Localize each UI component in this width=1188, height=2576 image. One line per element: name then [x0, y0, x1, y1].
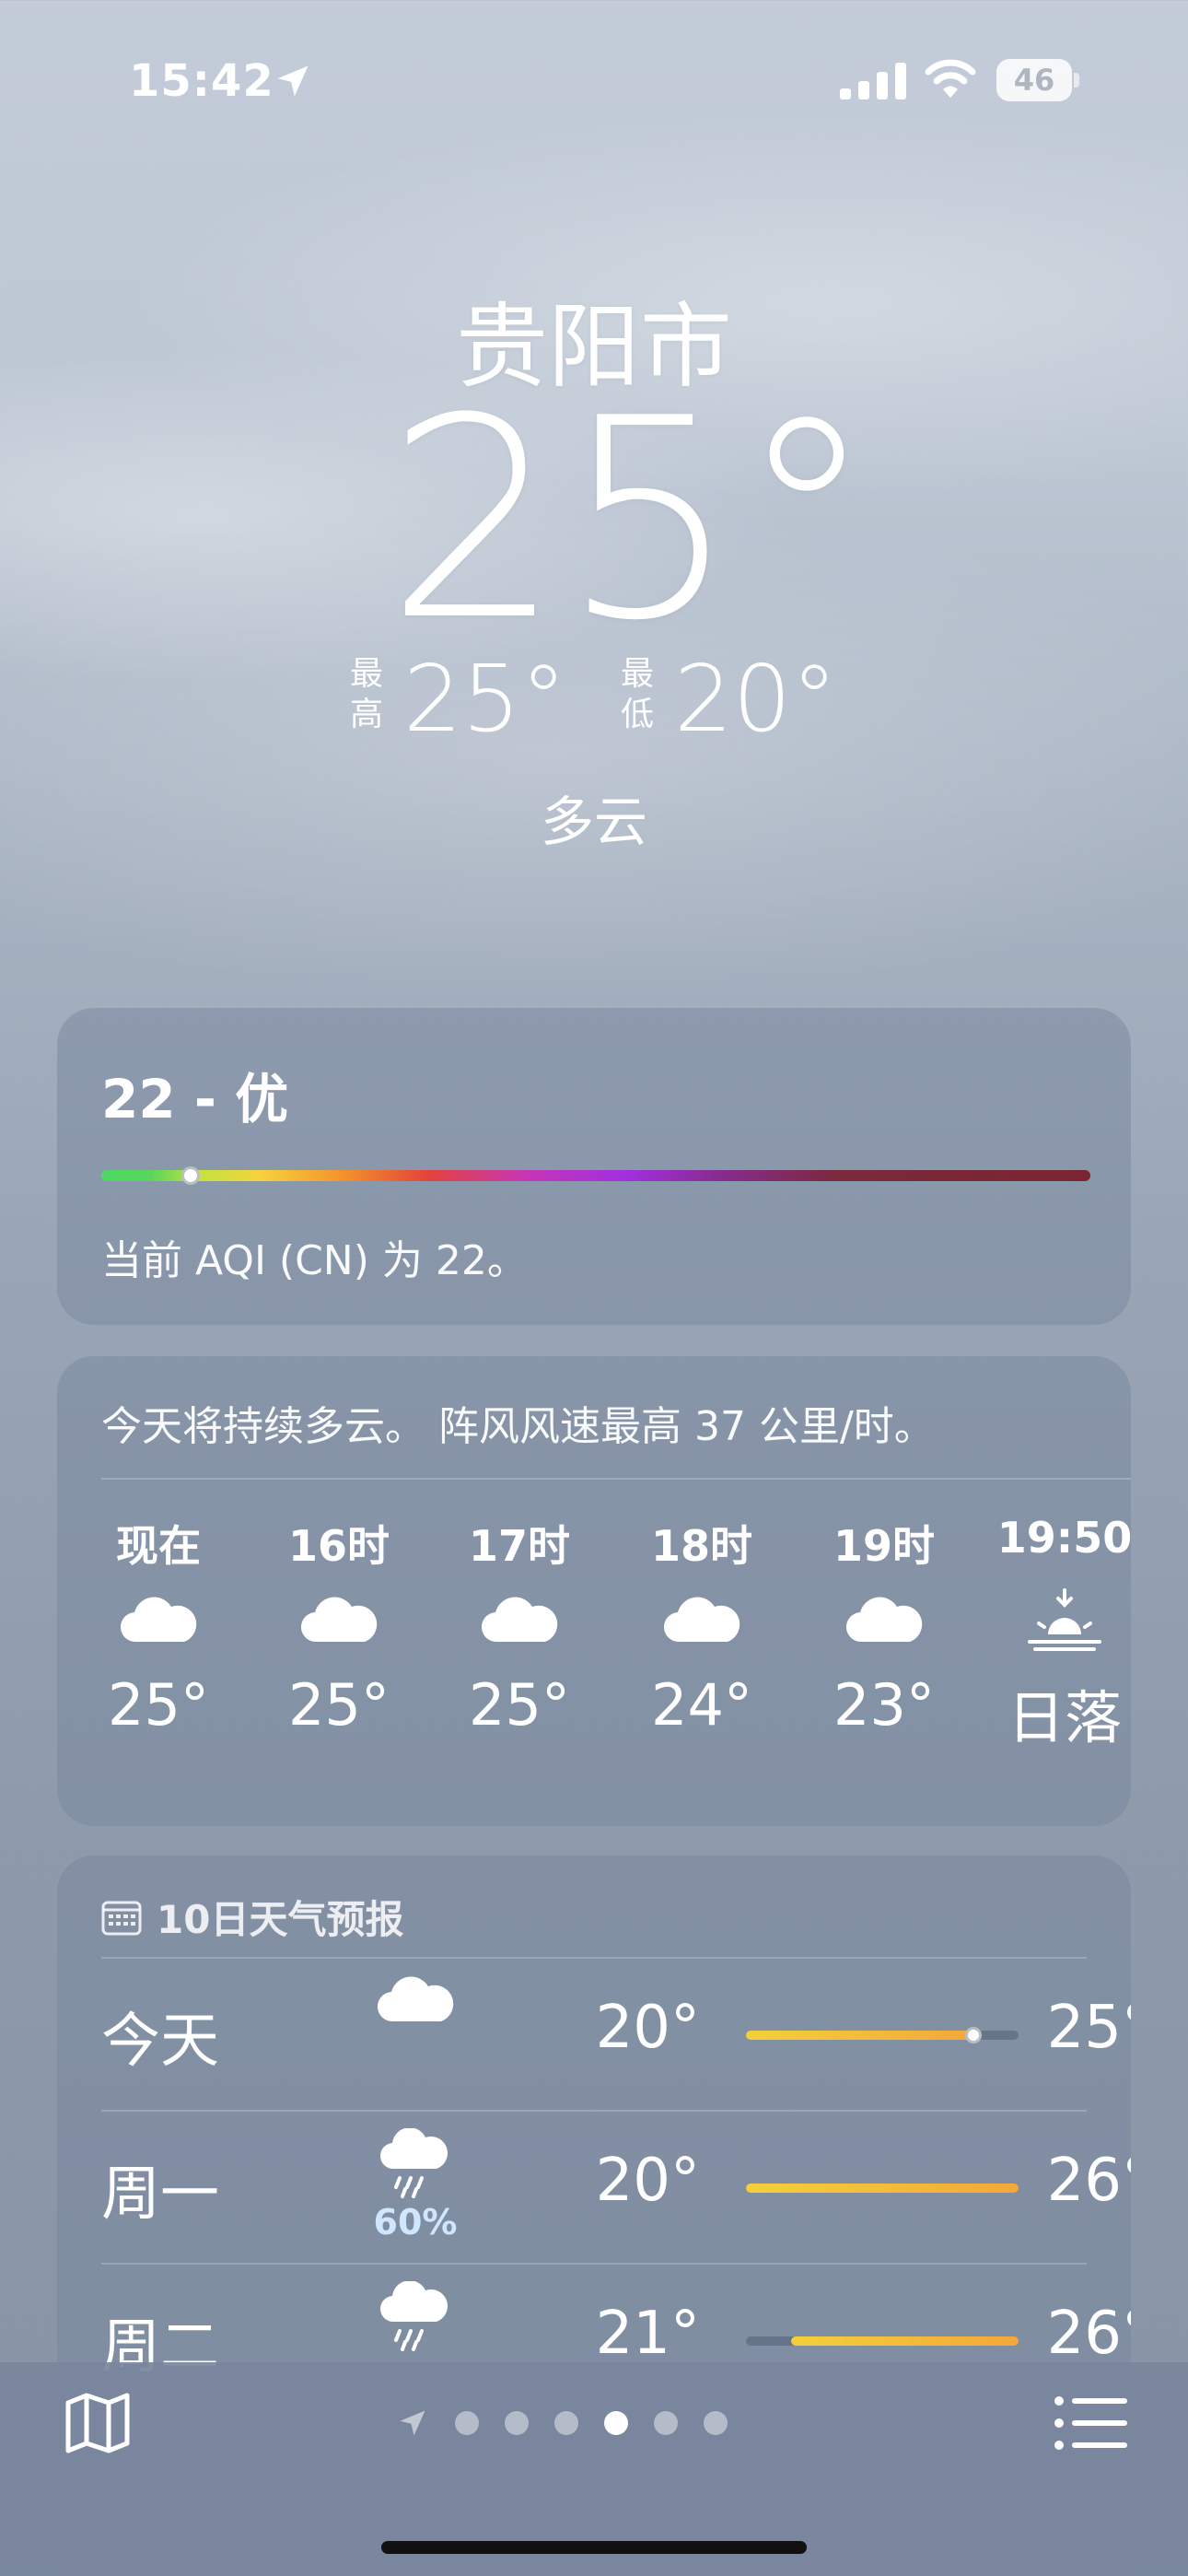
precipitation-chance: 60%: [373, 2202, 458, 2242]
low-temperature: 20°: [674, 645, 838, 753]
day-name: 周一: [101, 2160, 219, 2229]
daily-row[interactable]: 今天 20° 25°: [101, 1957, 1131, 2110]
wifi-icon: [925, 59, 976, 98]
hour-icon-wrap: [437, 1568, 602, 1671]
day-icon-wrap: [355, 2280, 475, 2357]
list-icon[interactable]: [1054, 2394, 1127, 2453]
cloud-icon: [481, 1597, 558, 1643]
battery-indicator: 46: [996, 59, 1079, 101]
page-dot[interactable]: [704, 2411, 728, 2435]
temperature-range-bar: [746, 2184, 1019, 2193]
sunset-icon: [1028, 1588, 1101, 1651]
status-time: 15:42: [129, 55, 274, 107]
temperature-range-fill: [746, 2184, 1019, 2193]
rain-icon: [379, 2280, 448, 2351]
day-high: 26°: [1046, 2147, 1131, 2215]
hour-temperature: 25°: [108, 1671, 209, 1739]
daily-row[interactable]: 周一 60% 20° 26°: [101, 2110, 1131, 2263]
cloud-icon: [120, 1597, 197, 1643]
current-location-icon: [400, 2410, 425, 2436]
battery-level: 46: [1013, 63, 1055, 98]
hourly-summary: 今天将持续多云。 阵风风速最高 37 公里/时。: [101, 1403, 935, 1450]
hourly-item: 19:50 日落: [982, 1513, 1147, 1754]
high-label-text: 最 高: [349, 655, 383, 733]
page-dot[interactable]: [604, 2411, 628, 2435]
hour-temperature: 25°: [288, 1671, 390, 1739]
temperature-range-fill: [746, 2031, 973, 2040]
hourly-item: 19时 23°: [801, 1513, 967, 1739]
temperature-range-bar: [746, 2027, 1019, 2043]
low-label: 最 低: [619, 654, 656, 735]
weather-condition: 多云: [540, 790, 647, 853]
day-low: 20°: [595, 2147, 700, 2215]
cellular-signal-icon: [840, 63, 906, 100]
day-name: 今天: [101, 2008, 219, 2076]
page-dot[interactable]: [505, 2411, 529, 2435]
hour-temperature: 23°: [833, 1671, 935, 1739]
page-dot[interactable]: [554, 2411, 578, 2435]
location-arrow-icon: [277, 65, 309, 97]
high-label: 最 高: [348, 654, 385, 735]
ten-day-title: 10日天气预报: [157, 1897, 404, 1942]
rain-icon: [379, 2127, 448, 2198]
cloud-icon: [663, 1597, 740, 1643]
low-label-text: 最 低: [620, 655, 654, 733]
map-icon[interactable]: [63, 2388, 133, 2458]
day-icon-wrap: [355, 2127, 475, 2204]
page-dot[interactable]: [654, 2411, 678, 2435]
day-low: 21°: [595, 2300, 700, 2368]
current-temperature: 25°: [386, 359, 876, 681]
aqi-indicator-dot: [181, 1166, 201, 1185]
aqi-description: 当前 AQI (CN) 为 22。: [101, 1237, 528, 1284]
hour-label: 18时: [650, 1521, 752, 1571]
hour-temperature: 日落: [1007, 1684, 1122, 1751]
hour-icon-wrap: [76, 1568, 241, 1671]
hour-label: 现在: [116, 1521, 201, 1571]
temperature-range-fill: [791, 2336, 1019, 2346]
day-high: 26°: [1046, 2300, 1131, 2368]
high-temperature: 25°: [403, 645, 567, 753]
hour-label: 19时: [833, 1521, 935, 1571]
hourly-item: 18时 24°: [619, 1513, 785, 1739]
hourly-forecast-card[interactable]: 今天将持续多云。 阵风风速最高 37 公里/时。 现在 25° 16时 25° 17时 2…: [57, 1356, 1132, 1826]
hour-temperature: 24°: [651, 1671, 752, 1739]
hourly-item: 16时 25°: [256, 1513, 422, 1739]
cloud-icon: [845, 1597, 923, 1643]
hour-temperature: 25°: [469, 1671, 570, 1739]
hour-icon-wrap: [982, 1568, 1147, 1671]
aqi-scale-bar: [101, 1170, 1090, 1181]
day-icon-wrap: [355, 1975, 475, 2027]
home-indicator[interactable]: [381, 2541, 807, 2554]
hourly-item: 现在 25°: [76, 1513, 241, 1739]
hour-icon-wrap: [256, 1568, 422, 1671]
calendar-icon: [101, 1901, 142, 1935]
hour-label: 17时: [468, 1521, 570, 1571]
hourly-item: 17时 25°: [437, 1513, 602, 1739]
cloud-icon: [377, 1976, 454, 2022]
page-indicator[interactable]: [396, 2406, 728, 2440]
page-dot[interactable]: [455, 2411, 479, 2435]
divider: [101, 1478, 1131, 1480]
temperature-range-bar: [746, 2336, 1019, 2346]
hour-label: 19:50: [996, 1513, 1133, 1563]
hour-label: 16时: [287, 1521, 390, 1571]
aqi-value: 22 - 优: [101, 1068, 289, 1130]
hour-icon-wrap: [801, 1568, 967, 1671]
cloud-icon: [300, 1597, 378, 1643]
current-temp-dot: [964, 2027, 982, 2043]
day-high: 25°: [1046, 1994, 1131, 2062]
air-quality-card[interactable]: 22 - 优 当前 AQI (CN) 为 22。: [57, 1008, 1131, 1325]
day-low: 20°: [595, 1994, 700, 2062]
ten-day-header: 10日天气预报: [101, 1889, 403, 1945]
hour-icon-wrap: [619, 1568, 785, 1671]
